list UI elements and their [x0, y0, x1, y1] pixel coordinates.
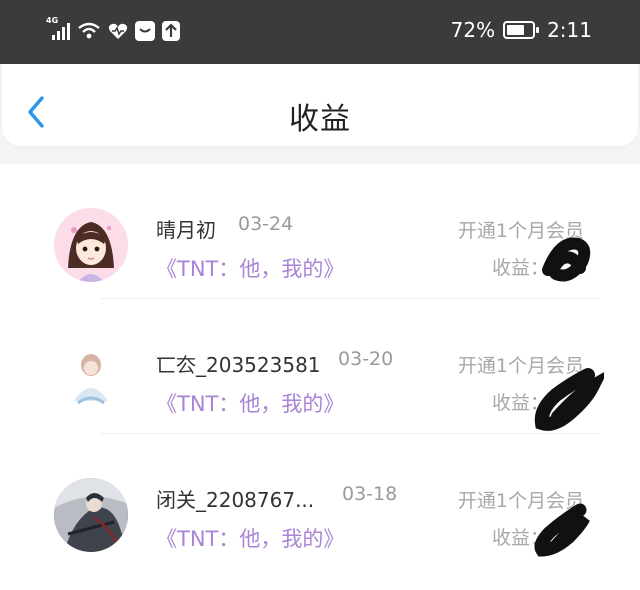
list-item[interactable]: 闭关_2208767... 03-18 《TNT：他，我的》 开通1个月会员 收…: [0, 434, 640, 569]
page-title: 收益: [289, 102, 351, 137]
book-title[interactable]: 《TNT：他，我的》: [156, 253, 344, 283]
redaction-scribble: [534, 503, 590, 557]
upload-icon: [162, 21, 180, 41]
status-left: 4G: [46, 16, 180, 42]
list-item[interactable]: 匸厺_203523581 03-20 《TNT：他，我的》 开通1个月会员 收益…: [0, 299, 640, 434]
notification-box-icon: [135, 21, 155, 41]
list-item[interactable]: 晴月初 03-24 《TNT：他，我的》 开通1个月会员 收益：: [0, 164, 640, 299]
avatar[interactable]: [54, 343, 128, 417]
clock: 2:11: [547, 18, 592, 42]
user-name: 晴月初: [156, 218, 216, 242]
book-title[interactable]: 《TNT：他，我的》: [156, 523, 344, 553]
wifi-icon: [77, 21, 101, 41]
battery-fill: [507, 25, 525, 35]
avatar[interactable]: [54, 478, 128, 552]
user-name: 闭关_2208767...: [156, 488, 315, 512]
redaction-scribble: [542, 237, 591, 282]
earnings-list: 晴月初 03-24 《TNT：他，我的》 开通1个月会员 收益： 匸厺_2035…: [0, 164, 640, 590]
date: 03-24: [238, 213, 294, 235]
status-bar: 4G 72% 2:11: [0, 0, 640, 64]
signal-icon: 4G: [46, 16, 70, 42]
status-right: 72% 2:11: [451, 18, 592, 42]
book-title[interactable]: 《TNT：他，我的》: [156, 388, 344, 418]
battery-icon: [503, 21, 540, 39]
user-name: 匸厺_203523581: [156, 353, 321, 377]
redaction-scribble: [534, 368, 604, 431]
heart-pulse-icon: [108, 22, 128, 40]
network-label: 4G: [46, 16, 59, 25]
battery-percent: 72%: [450, 18, 496, 42]
date: 03-20: [338, 348, 394, 370]
avatar[interactable]: [54, 208, 128, 282]
date: 03-18: [342, 483, 398, 505]
header: 收益: [2, 64, 638, 146]
